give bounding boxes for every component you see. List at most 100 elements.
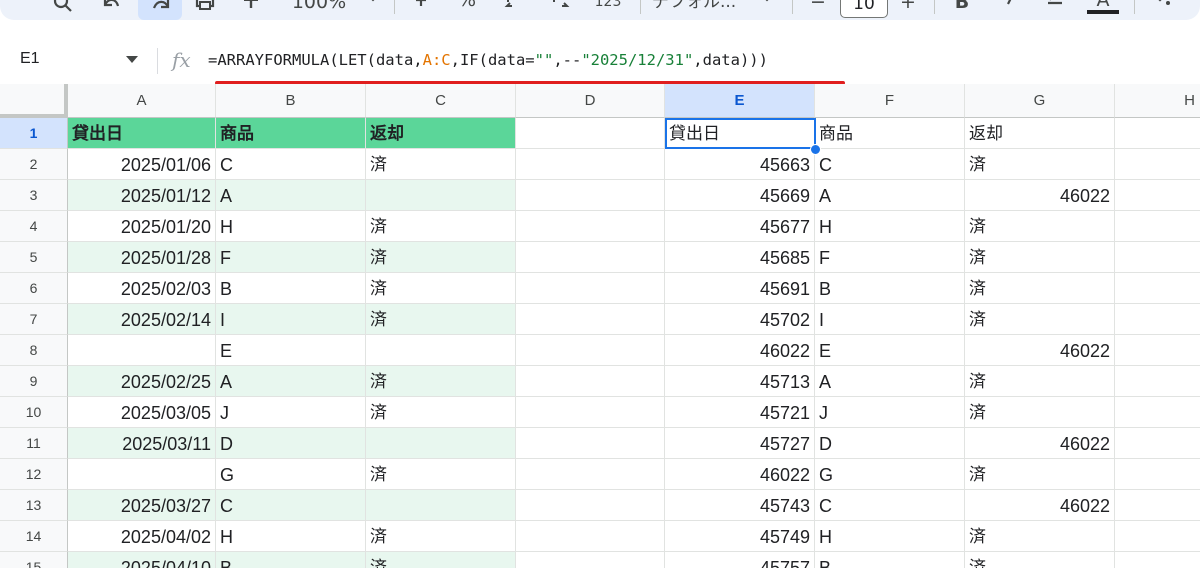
cell-a6[interactable]: 2025/02/03	[68, 273, 216, 304]
cell-h11[interactable]	[1115, 428, 1200, 459]
paint-format-icon[interactable]	[240, 0, 264, 16]
cell-b2[interactable]: C	[216, 149, 366, 180]
row-header[interactable]: 8	[0, 335, 68, 366]
cell-c8[interactable]	[366, 335, 516, 366]
cell-a7[interactable]: 2025/02/14	[68, 304, 216, 335]
row-header[interactable]: 9	[0, 366, 68, 397]
cell-a4[interactable]: 2025/01/20	[68, 211, 216, 242]
cell-h3[interactable]	[1115, 180, 1200, 211]
italic-icon[interactable]	[998, 0, 1022, 16]
cell-f12[interactable]: G	[815, 459, 965, 490]
cell-e11[interactable]: 45727	[665, 428, 815, 459]
currency-icon[interactable]	[410, 0, 434, 12]
cell-a15[interactable]: 2025/04/10	[68, 552, 216, 568]
fill-color-icon[interactable]	[1150, 0, 1174, 16]
decrease-decimal-icon[interactable]	[500, 0, 530, 16]
cell-g3[interactable]: 46022	[965, 180, 1115, 211]
increase-decimal-icon[interactable]	[546, 0, 576, 16]
cell-d5[interactable]	[516, 242, 665, 273]
column-header-h[interactable]: H	[1115, 84, 1200, 118]
cell-e10[interactable]: 45721	[665, 397, 815, 428]
column-header-g[interactable]: G	[965, 84, 1115, 118]
row-header[interactable]: 4	[0, 211, 68, 242]
cell-c7[interactable]: 済	[366, 304, 516, 335]
cell-a2[interactable]: 2025/01/06	[68, 149, 216, 180]
cell-d6[interactable]	[516, 273, 665, 304]
cell-f4[interactable]: H	[815, 211, 965, 242]
cell-a1[interactable]: 貸出日	[68, 118, 216, 149]
row-header[interactable]: 3	[0, 180, 68, 211]
font-size-input[interactable]: 10	[840, 0, 888, 18]
cell-h13[interactable]	[1115, 490, 1200, 521]
cell-g7[interactable]: 済	[965, 304, 1115, 335]
percent-format-button[interactable]: %	[455, 0, 479, 12]
cell-b15[interactable]: B	[216, 552, 366, 568]
cell-h5[interactable]	[1115, 242, 1200, 273]
cell-d11[interactable]	[516, 428, 665, 459]
cell-f10[interactable]: J	[815, 397, 965, 428]
cell-f6[interactable]: B	[815, 273, 965, 304]
cell-e8[interactable]: 46022	[665, 335, 815, 366]
cell-d10[interactable]	[516, 397, 665, 428]
more-formats-button[interactable]: 123	[590, 0, 626, 14]
row-header[interactable]: 13	[0, 490, 68, 521]
cell-g10[interactable]: 済	[965, 397, 1115, 428]
cell-e5[interactable]: 45685	[665, 242, 815, 273]
font-dropdown-icon[interactable]	[760, 0, 774, 16]
cell-g8[interactable]: 46022	[965, 335, 1115, 366]
cell-a12[interactable]	[68, 459, 216, 490]
font-family-select[interactable]: デフォル...	[652, 0, 752, 14]
cell-f9[interactable]: A	[815, 366, 965, 397]
cell-b14[interactable]: H	[216, 521, 366, 552]
cell-c5[interactable]: 済	[366, 242, 516, 273]
decrease-font-size-button[interactable]: −	[806, 0, 830, 14]
cell-h10[interactable]	[1115, 397, 1200, 428]
row-header[interactable]: 10	[0, 397, 68, 428]
cell-c14[interactable]: 済	[366, 521, 516, 552]
row-header[interactable]: 5	[0, 242, 68, 273]
cell-c12[interactable]: 済	[366, 459, 516, 490]
cell-a8[interactable]	[68, 335, 216, 366]
redo-icon[interactable]	[138, 0, 182, 20]
cell-h6[interactable]	[1115, 273, 1200, 304]
cell-d14[interactable]	[516, 521, 665, 552]
cell-f11[interactable]: D	[815, 428, 965, 459]
row-header[interactable]: 15	[0, 552, 68, 568]
cell-d8[interactable]	[516, 335, 665, 366]
cell-g2[interactable]: 済	[965, 149, 1115, 180]
cell-a13[interactable]: 2025/03/27	[68, 490, 216, 521]
row-header[interactable]: 1	[0, 118, 68, 149]
cell-e14[interactable]: 45749	[665, 521, 815, 552]
cell-f2[interactable]: C	[815, 149, 965, 180]
row-header[interactable]: 11	[0, 428, 68, 459]
cell-e9[interactable]: 45713	[665, 366, 815, 397]
cell-g1[interactable]: 返却	[965, 118, 1115, 149]
cell-g9[interactable]: 済	[965, 366, 1115, 397]
cell-f1[interactable]: 商品	[815, 118, 965, 149]
cell-d2[interactable]	[516, 149, 665, 180]
column-header-e[interactable]: E	[665, 84, 815, 118]
cell-c1[interactable]: 返却	[366, 118, 516, 149]
cell-f13[interactable]: C	[815, 490, 965, 521]
spreadsheet-grid[interactable]: A B C D E F G H 1 貸出日 商品 返却 貸出日 商品 返却 2 2025/01/06 C 済 4566…	[0, 84, 1200, 568]
cell-e2[interactable]: 45663	[665, 149, 815, 180]
cell-d1[interactable]	[516, 118, 665, 149]
cell-e7[interactable]: 45702	[665, 304, 815, 335]
cell-c15[interactable]: 済	[366, 552, 516, 568]
cell-d3[interactable]	[516, 180, 665, 211]
column-header-b[interactable]: B	[216, 84, 366, 118]
cell-f7[interactable]: I	[815, 304, 965, 335]
cell-b8[interactable]: E	[216, 335, 366, 366]
cell-h2[interactable]	[1115, 149, 1200, 180]
cell-g14[interactable]: 済	[965, 521, 1115, 552]
cell-h4[interactable]	[1115, 211, 1200, 242]
cell-h1[interactable]	[1115, 118, 1200, 149]
zoom-select[interactable]: 100%	[284, 0, 354, 14]
cell-f14[interactable]: H	[815, 521, 965, 552]
row-header[interactable]: 7	[0, 304, 68, 335]
column-header-f[interactable]: F	[815, 84, 965, 118]
name-box-dropdown-icon[interactable]	[126, 56, 138, 63]
zoom-dropdown-icon[interactable]	[366, 0, 380, 16]
row-header[interactable]: 14	[0, 521, 68, 552]
cell-e6[interactable]: 45691	[665, 273, 815, 304]
